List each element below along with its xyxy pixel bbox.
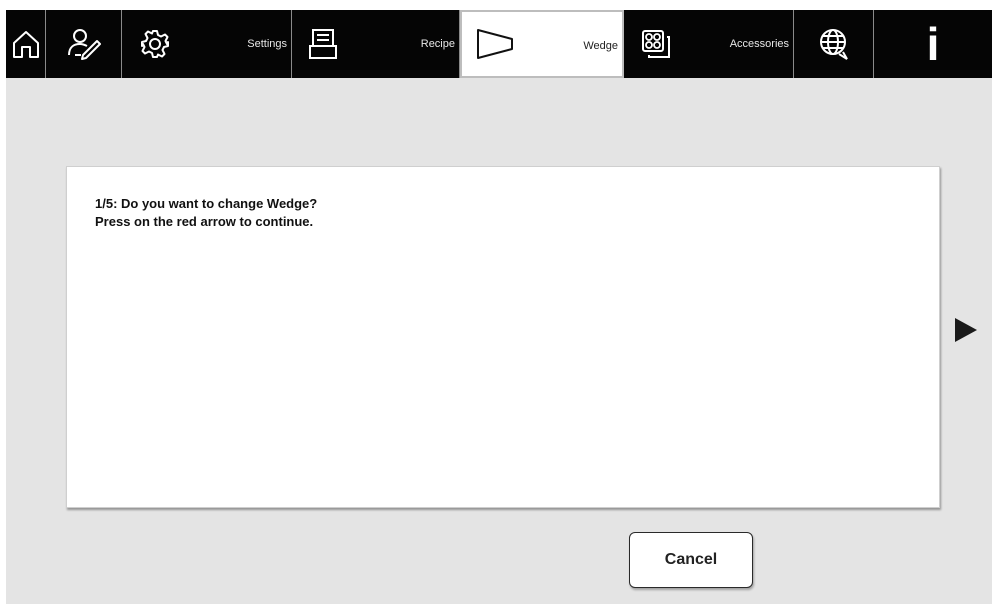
wedge-label: Wedge xyxy=(583,40,618,52)
info-icon: i xyxy=(926,18,940,70)
home-icon xyxy=(11,29,41,59)
nav-language[interactable] xyxy=(794,10,874,78)
dialog-message-line-2: Press on the red arrow to continue. xyxy=(95,214,314,229)
cancel-button[interactable]: Cancel xyxy=(629,532,753,588)
nav-info[interactable]: i xyxy=(874,10,992,78)
recipe-icon xyxy=(308,28,338,60)
globe-icon xyxy=(817,27,851,61)
top-navigation-bar: Settings Recipe Wedge Accessories i xyxy=(6,10,992,78)
dialog-message-line-1: 1/5: Do you want to change Wedge? xyxy=(95,196,318,211)
wedge-change-dialog: 1/5: Do you want to change Wedge? Press … xyxy=(66,166,940,508)
accessories-icon xyxy=(640,28,672,60)
dialog-message: 1/5: Do you want to change Wedge? Press … xyxy=(95,195,317,231)
nav-recipe[interactable]: Recipe xyxy=(292,10,460,78)
nav-home[interactable] xyxy=(6,10,46,78)
settings-label: Settings xyxy=(247,38,287,50)
nav-accessories[interactable]: Accessories xyxy=(624,10,794,78)
nav-wedge[interactable]: Wedge xyxy=(460,10,624,78)
accessories-label: Accessories xyxy=(729,38,789,50)
recipe-label: Recipe xyxy=(420,38,455,50)
gear-icon xyxy=(140,29,170,59)
user-edit-icon xyxy=(67,27,101,61)
wedge-icon xyxy=(476,27,516,61)
app-screen: Settings Recipe Wedge Accessories i 1/5:… xyxy=(6,10,992,604)
next-arrow-button[interactable] xyxy=(955,318,977,342)
nav-user[interactable] xyxy=(46,10,122,78)
nav-settings[interactable]: Settings xyxy=(122,10,292,78)
